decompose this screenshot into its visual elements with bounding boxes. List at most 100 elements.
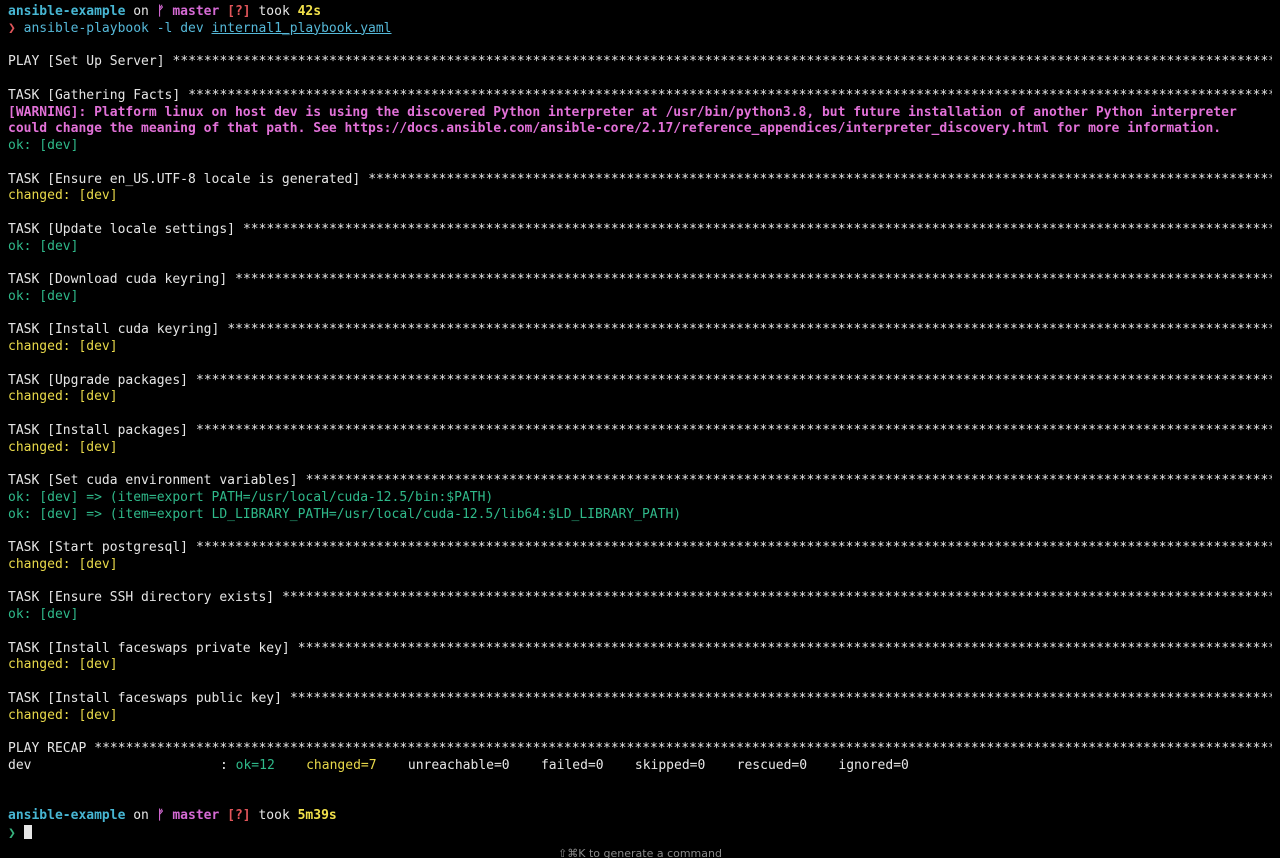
recap-ignored: ignored=0 (838, 757, 909, 773)
task-label: TASK [Download cuda keyring] (8, 272, 228, 287)
task-stars: ****************************************… (196, 540, 1272, 555)
git-branch-icon: ᚠ (156, 808, 165, 823)
task-stars: ****************************************… (227, 322, 1272, 338)
task-result-changed: changed: [dev] (8, 339, 118, 354)
task-label: TASK [Update locale settings] (8, 221, 235, 237)
task-label: TASK [Install cuda keyring] (8, 322, 220, 338)
task-header: TASK [Install packages] *****************… (8, 423, 1272, 440)
task-stars: ****************************************… (242, 221, 1272, 237)
recap-host: dev (8, 757, 32, 773)
task-result-changed: changed: [dev] (8, 389, 118, 405)
recap-skipped: skipped=0 (634, 757, 706, 773)
play-label: PLAY [Set Up Server] (8, 54, 165, 70)
prompt-duration: 42s (297, 4, 322, 19)
task-result-changed: changed: [dev] (8, 188, 118, 204)
prompt-on-text: on (133, 4, 149, 19)
task-label: TASK [Start postgresql] (8, 540, 189, 555)
prompt-char: ❯ (8, 20, 16, 36)
task-header: TASK [Ensure SSH directory exists] ******… (8, 590, 1272, 607)
command-line: ❯ ansible-playbook -l dev internal1_play… (8, 21, 1272, 38)
prompt-duration: 5m39s (297, 808, 337, 823)
recap-unreachable: unreachable=0 (407, 757, 510, 773)
task-header: TASK [Install faceswaps public key] *****… (8, 691, 1272, 708)
prompt-took-text: took (258, 4, 290, 19)
task-label: TASK [Ensure en_US.UTF-8 locale is gener… (8, 171, 361, 187)
task-header: TASK [Set cuda environment variables] ***… (8, 473, 1272, 490)
prompt-branch: master (172, 4, 220, 19)
task-label: TASK [Gathering Facts] (8, 87, 181, 103)
task-label: TASK [Set cuda environment variables] (8, 473, 298, 488)
recap-ok: ok=12 (235, 757, 275, 773)
task-stars: ****************************************… (282, 590, 1272, 606)
prompt-directory: ansible-example (8, 808, 126, 823)
text-cursor (23, 824, 32, 839)
task-result-ok: ok: [dev] (8, 607, 79, 622)
terminal-window[interactable]: ansible-example on ᚠ master [?] took 42s… (0, 0, 1280, 858)
task-header: TASK [Upgrade packages] *****************… (8, 373, 1272, 390)
task-stars: ****************************************… (196, 422, 1272, 438)
play-header: PLAY [Set Up Server] ********************… (8, 54, 1272, 71)
task-result-ok: ok: [dev] => (item=export LD_LIBRARY_PAT… (8, 506, 682, 522)
command-file-link[interactable]: internal1_playbook.yaml (212, 21, 392, 36)
recap-stars: ****************************************… (94, 741, 1272, 756)
prompt-directory: ansible-example (8, 4, 126, 19)
recap-separator: : (220, 757, 236, 773)
shell-prompt-bottom: ansible-example on ᚠ master [?] took 5m3… (8, 808, 1272, 825)
task-list: TASK [Gathering Facts] ******************… (8, 88, 1272, 741)
prompt-char: ❯ (8, 825, 16, 841)
task-label: TASK [Install faceswaps private key] (8, 640, 290, 656)
recap-row: dev: ok=12 changed=7 unreachable=0 faile… (8, 758, 1272, 775)
task-label: TASK [Upgrade packages] (8, 372, 189, 388)
task-stars: ****************************************… (297, 640, 1272, 656)
task-header: TASK [Install cuda keyring] *************… (8, 322, 1272, 339)
task-header: TASK [Download cuda keyring] ************… (8, 272, 1272, 289)
task-stars: ****************************************… (368, 171, 1272, 187)
task-stars: ****************************************… (196, 372, 1272, 388)
task-stars: ****************************************… (305, 473, 1272, 488)
task-header: TASK [Start postgresql] *****************… (8, 540, 1272, 557)
warning-line: could change the meaning of that path. S… (8, 121, 1222, 137)
task-label: TASK [Install faceswaps public key] (8, 690, 282, 706)
task-stars: ****************************************… (235, 272, 1272, 287)
prompt-git-status: [?] (227, 808, 251, 823)
input-line[interactable]: ❯ (8, 824, 1272, 842)
task-result-ok: ok: [dev] (8, 238, 79, 254)
task-stars: ****************************************… (289, 690, 1272, 706)
task-header: TASK [Update locale settings] ***********… (8, 222, 1272, 239)
recap-rescued: rescued=0 (736, 757, 808, 773)
task-result-changed: changed: [dev] (8, 439, 118, 455)
prompt-branch: master (172, 808, 220, 823)
task-label: TASK [Install packages] (8, 422, 189, 438)
warning-line: [WARNING]: Platform linux on host dev is… (8, 104, 1237, 120)
git-branch-icon: ᚠ (156, 4, 165, 19)
command-text: ansible-playbook -l dev (23, 20, 212, 36)
task-header: TASK [Gathering Facts] ******************… (8, 88, 1272, 105)
task-label: TASK [Ensure SSH directory exists] (8, 590, 275, 606)
generate-command-hint: ⇧⌘K to generate a command (558, 847, 722, 858)
task-result-ok: ok: [dev] (8, 288, 79, 304)
task-header: TASK [Ensure en_US.UTF-8 locale is gener… (8, 172, 1272, 189)
prompt-took-text: took (258, 808, 290, 823)
prompt-git-status: [?] (227, 4, 251, 19)
recap-label: PLAY RECAP (8, 741, 87, 756)
prompt-on-text: on (133, 808, 149, 823)
shell-prompt-top: ansible-example on ᚠ master [?] took 42s (8, 4, 1272, 21)
task-result-ok: ok: [dev] => (item=export PATH=/usr/loca… (8, 489, 494, 505)
recap-failed: failed=0 (540, 757, 604, 773)
task-header: TASK [Install faceswaps private key] ****… (8, 641, 1272, 658)
